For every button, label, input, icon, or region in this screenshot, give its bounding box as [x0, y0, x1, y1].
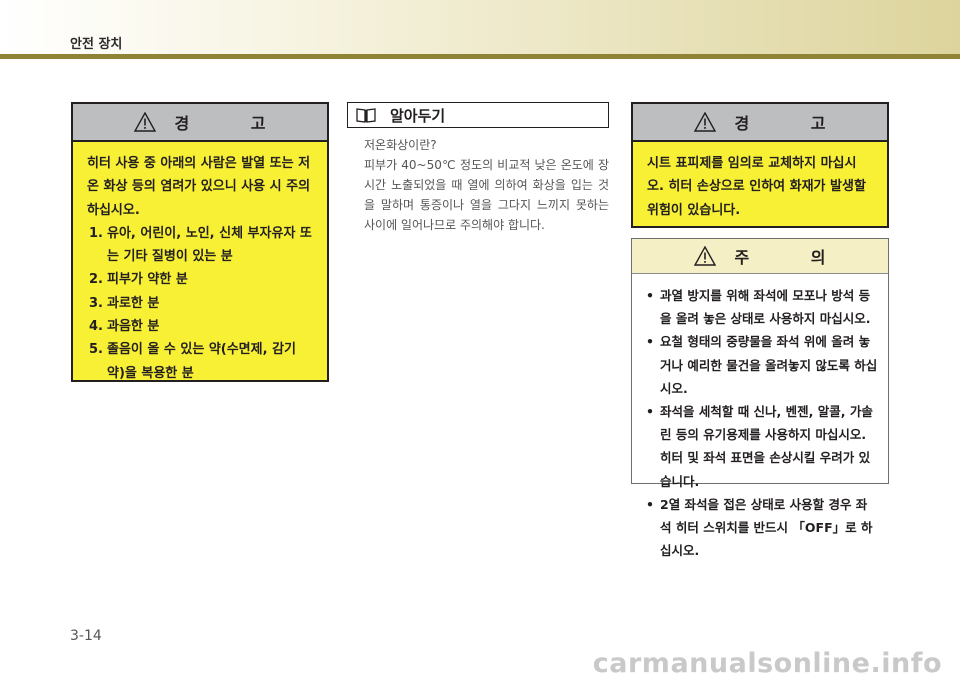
- open-book-icon: [356, 108, 376, 123]
- warning-triangle-icon: [694, 246, 717, 266]
- list-item: 4. 과음한 분: [89, 319, 160, 335]
- warning-intro: 히터 사용 중 아래의 사람은 발열 또는 저온 화상 등의 염려가 있으니 사…: [87, 156, 311, 218]
- page-header: 안전 장치: [0, 0, 960, 54]
- warning-triangle-icon: [134, 112, 157, 132]
- list-item: 5. 졸음이 올 수 있는 약(수면제, 감기약)을 복용한 분: [89, 342, 296, 381]
- section-title: 안전 장치: [70, 37, 123, 52]
- warning-body: 시트 표피제를 임의로 교체하지 마십시오. 히터 손상으로 인하여 화재가 발…: [633, 142, 887, 222]
- warning-title: 경 고: [174, 114, 294, 133]
- bullet-icon: •: [646, 334, 654, 350]
- list-item: • 과열 방지를 위해 좌석에 모포나 방석 등을 올려 놓은 상태로 사용하지 …: [644, 284, 878, 330]
- note-text: 피부가 40~50℃ 정도의 비교적 낮은 온도에 장시간 노출되었을 때 열에…: [364, 158, 609, 232]
- caution-header: 주 의: [632, 239, 888, 274]
- caution-list: • 과열 방지를 위해 좌석에 모포나 방석 등을 올려 놓은 상태로 사용하지 …: [644, 284, 878, 562]
- bullet-icon: •: [646, 288, 654, 303]
- list-item: 2. 피부가 약한 분: [89, 272, 188, 288]
- warning-title: 경 고: [734, 114, 854, 133]
- watermark: carmanualsonline.info: [592, 648, 942, 679]
- list-item: • 좌석을 세척할 때 신나, 벤젠, 알콜, 가솔린 등의 유기용제를 사용하지…: [644, 400, 878, 493]
- warning-body: 히터 사용 중 아래의 사람은 발열 또는 저온 화상 등의 염려가 있으니 사…: [73, 142, 327, 385]
- page-number: 3-14: [70, 628, 102, 644]
- header-divider: [0, 54, 960, 59]
- caution-title: 주 의: [734, 248, 854, 267]
- list-item: • 요철 형태의 중량물을 좌석 위에 올려 놓거나 예리한 물건을 올려놓지 않…: [644, 330, 878, 400]
- note-title: 알아두기: [390, 106, 446, 125]
- warning-header: 경 고: [633, 104, 887, 142]
- warning-box-heater-users: 경 고 히터 사용 중 아래의 사람은 발열 또는 저온 화상 등의 염려가 있…: [71, 102, 329, 382]
- note-header: 알아두기: [347, 102, 609, 128]
- note-question: 저온화상이란?: [364, 138, 437, 152]
- warning-triangle-icon: [694, 112, 717, 132]
- warning-header: 경 고: [73, 104, 327, 142]
- warning-box-seat-cover: 경 고 시트 표피제를 임의로 교체하지 마십시오. 히터 손상으로 인하여 화…: [631, 102, 889, 228]
- list-item: • 2열 좌석을 접은 상태로 사용할 경우 좌석 히터 스위치를 반드시 「OF…: [644, 493, 878, 563]
- note-body: 저온화상이란? 피부가 40~50℃ 정도의 비교적 낮은 온도에 장시간 노출…: [364, 135, 609, 235]
- warning-list: 1. 유아, 어린이, 노인, 신체 부자유자 또는 기타 질병이 있는 분 2.…: [87, 222, 313, 385]
- warning-text: 시트 표피제를 임의로 교체하지 마십시오. 히터 손상으로 인하여 화재가 발…: [647, 156, 866, 218]
- caution-box: 주 의 • 과열 방지를 위해 좌석에 모포나 방석 등을 올려 놓은 상태로 사…: [631, 238, 889, 558]
- bullet-icon: •: [646, 496, 654, 512]
- caution-body: • 과열 방지를 위해 좌석에 모포나 방석 등을 올려 놓은 상태로 사용하지 …: [632, 274, 888, 562]
- list-item: 1. 유아, 어린이, 노인, 신체 부자유자 또는 기타 질병이 있는 분: [89, 225, 312, 265]
- bullet-icon: •: [646, 404, 654, 420]
- list-item: 3. 과로한 분: [89, 295, 160, 311]
